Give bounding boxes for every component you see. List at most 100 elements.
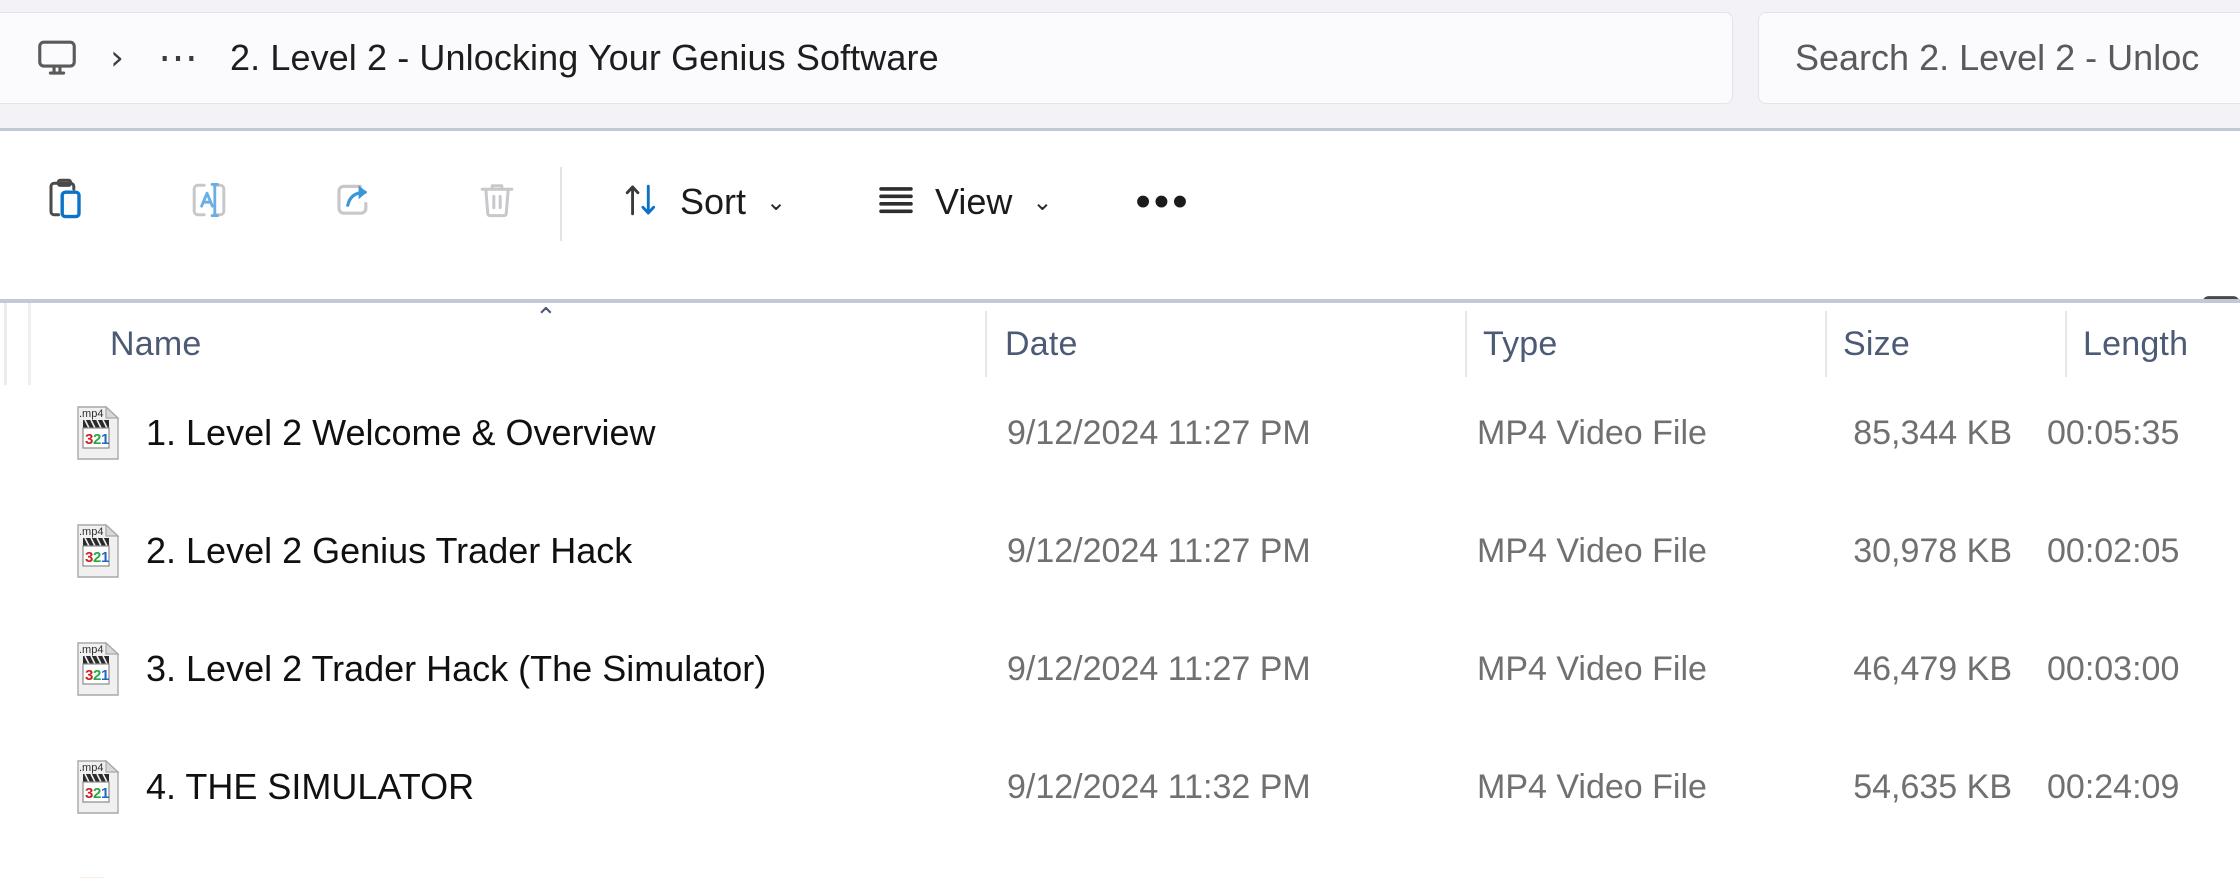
breadcrumb-overflow-button[interactable]: ⋯ xyxy=(142,21,216,95)
table-row[interactable]: .mp4 3 2 1 4. THE SIMULATOR 9/12/2024 11… xyxy=(22,745,2240,829)
column-header-name[interactable]: Name xyxy=(110,303,202,385)
file-size-cell: 311 KB xyxy=(1782,863,2012,878)
paste-icon xyxy=(41,176,89,229)
column-header-size-label: Size xyxy=(1843,324,1910,363)
file-date-cell: 9/12/2024 11:27 PM xyxy=(1007,509,1311,593)
file-length: 00:02:05 xyxy=(2047,531,2180,570)
breadcrumb-separator: › xyxy=(92,21,142,95)
this-pc-button[interactable] xyxy=(22,21,92,95)
trash-icon xyxy=(473,176,521,229)
file-length-cell: 00:05:35 xyxy=(2047,391,2179,475)
file-date: 9/12/2024 11:32 PM xyxy=(1007,767,1311,806)
column-header-date-label: Date xyxy=(1005,324,1078,363)
file-name-cell[interactable]: .mp4 3 2 1 1. Level 2 Welcome & Overview xyxy=(72,391,656,475)
file-name-cell[interactable]: .mp4 3 2 1 3. Level 2 Trader Hack (The S… xyxy=(72,627,766,711)
file-length: 00:24:09 xyxy=(2047,767,2180,806)
file-type: MP4 Video File xyxy=(1477,649,1707,688)
file-date-cell: 9/12/2024 11:27 PM xyxy=(1007,391,1311,475)
file-name-cell[interactable]: .mp4 3 2 1 4. THE SIMULATOR xyxy=(72,745,474,829)
file-date-cell: 9/12/2024 11:32 PM xyxy=(1007,745,1311,829)
svg-text:1: 1 xyxy=(101,431,109,448)
file-name: 4. THE SIMULATOR xyxy=(146,766,475,807)
column-header-name-label: Name xyxy=(110,324,202,363)
address-bar[interactable]: › ⋯ 2. Level 2 - Unlocking Your Genius S… xyxy=(0,12,1733,104)
chevron-down-icon: ⌄ xyxy=(1032,188,1053,216)
file-type: MP4 Video File xyxy=(1477,413,1707,452)
svg-text:.mp4: .mp4 xyxy=(79,526,103,538)
file-type-cell: MP4 Video File xyxy=(1477,509,1707,593)
table-row[interactable]: .mp4 3 2 1 3. Level 2 Trader Hack (The S… xyxy=(22,627,2240,711)
mp4-video-file-icon: .mp4 3 2 1 xyxy=(72,523,124,579)
file-name: 2. Level 2 Genius Trader Hack xyxy=(146,530,633,571)
svg-text:.mp4: .mp4 xyxy=(79,644,103,656)
mp4-video-file-icon: .mp4 3 2 1 xyxy=(72,405,124,461)
file-name-cell[interactable]: PDF Gaining Access 1_ Performer xyxy=(72,863,614,878)
breadcrumb-current-folder[interactable]: 2. Level 2 - Unlocking Your Genius Softw… xyxy=(230,37,939,79)
file-length: 00:03:00 xyxy=(2047,649,2180,688)
view-label: View xyxy=(935,181,1013,222)
file-length-cell: 00:02:05 xyxy=(2047,509,2179,593)
search-box[interactable]: Search 2. Level 2 - Unloc xyxy=(1758,12,2240,104)
file-length: 00:05:35 xyxy=(2047,413,2180,452)
column-header-type-label: Type xyxy=(1483,324,1558,363)
search-input-placeholder: Search 2. Level 2 - Unloc xyxy=(1795,37,2200,78)
file-length-cell: 00:03:00 xyxy=(2047,627,2179,711)
toolbar-divider xyxy=(560,167,562,241)
view-list-icon xyxy=(873,177,919,228)
command-toolbar: Sort ⌄ View ⌄ ••• xyxy=(0,131,2240,328)
chevron-down-icon: ⌄ xyxy=(766,188,787,216)
table-row[interactable]: PDF Gaining Access 1_ Performer 9/15/202… xyxy=(22,863,2240,878)
sort-button[interactable]: Sort ⌄ xyxy=(600,159,804,245)
svg-text:.mp4: .mp4 xyxy=(79,762,103,774)
chevron-right-icon: › xyxy=(110,38,124,78)
rename-icon xyxy=(185,176,233,229)
see-more-button[interactable]: ••• xyxy=(1120,159,1206,245)
mp4-video-file-icon: .mp4 3 2 1 xyxy=(72,759,124,815)
svg-text:.mp4: .mp4 xyxy=(79,408,103,420)
file-date: 9/12/2024 11:27 PM xyxy=(1007,649,1311,688)
column-resize-handle[interactable] xyxy=(2065,311,2067,377)
file-name-cell[interactable]: .mp4 3 2 1 2. Level 2 Genius Trader Hack xyxy=(72,509,632,593)
file-name: 3. Level 2 Trader Hack (The Simulator) xyxy=(146,648,767,689)
file-size-cell: 85,344 KB xyxy=(1782,391,2012,475)
file-type: MP4 Video File xyxy=(1477,767,1707,806)
file-date-cell: 9/12/2024 11:27 PM xyxy=(1007,627,1311,711)
file-type: MP4 Video File xyxy=(1477,531,1707,570)
file-name: 1. Level 2 Welcome & Overview xyxy=(146,412,656,453)
file-type-cell: MP4 Video File xyxy=(1477,745,1707,829)
paste-button[interactable] xyxy=(22,159,108,245)
column-resize-handle[interactable] xyxy=(1825,311,1827,377)
view-button[interactable]: View ⌄ xyxy=(855,159,1071,245)
svg-text:1: 1 xyxy=(101,667,109,684)
column-header-length[interactable]: Length xyxy=(2083,303,2188,385)
column-header-date[interactable]: Date xyxy=(1005,303,1078,385)
delete-button[interactable] xyxy=(454,159,540,245)
file-size-cell: 30,978 KB xyxy=(1782,509,2012,593)
file-size: 54,635 KB xyxy=(1853,767,2012,806)
monitor-icon xyxy=(35,36,79,80)
sort-ascending-indicator: ⌃ xyxy=(535,303,557,333)
table-row[interactable]: .mp4 3 2 1 1. Level 2 Welcome & Overview… xyxy=(22,391,2240,475)
share-button[interactable] xyxy=(310,159,396,245)
svg-text:1: 1 xyxy=(101,549,109,566)
file-size: 30,978 KB xyxy=(1853,531,2012,570)
file-type-cell: MP4 Video File xyxy=(1477,627,1707,711)
mp4-video-file-icon: .mp4 3 2 1 xyxy=(72,641,124,697)
column-header-size[interactable]: Size xyxy=(1843,303,1910,385)
address-bar-row: › ⋯ 2. Level 2 - Unlocking Your Genius S… xyxy=(0,0,2240,128)
breadcrumb-ellipsis-icon: ⋯ xyxy=(158,36,200,80)
file-size: 85,344 KB xyxy=(1853,413,2012,452)
file-length-cell: 00:24:09 xyxy=(2047,745,2179,829)
file-explorer-window: › ⋯ 2. Level 2 - Unlocking Your Genius S… xyxy=(0,0,2240,878)
file-date: 9/12/2024 11:27 PM xyxy=(1007,413,1311,452)
column-resize-handle[interactable] xyxy=(1465,311,1467,377)
file-size: 46,479 KB xyxy=(1853,649,2012,688)
table-row[interactable]: .mp4 3 2 1 2. Level 2 Genius Trader Hack… xyxy=(22,509,2240,593)
ellipsis-icon: ••• xyxy=(1135,177,1191,227)
file-type-cell: Foxit PDF Reader ... xyxy=(1477,863,1787,878)
rename-button[interactable] xyxy=(166,159,252,245)
sort-label: Sort xyxy=(680,181,747,222)
column-header-type[interactable]: Type xyxy=(1483,303,1558,385)
sort-icon xyxy=(618,177,664,228)
column-resize-handle[interactable] xyxy=(985,311,987,377)
